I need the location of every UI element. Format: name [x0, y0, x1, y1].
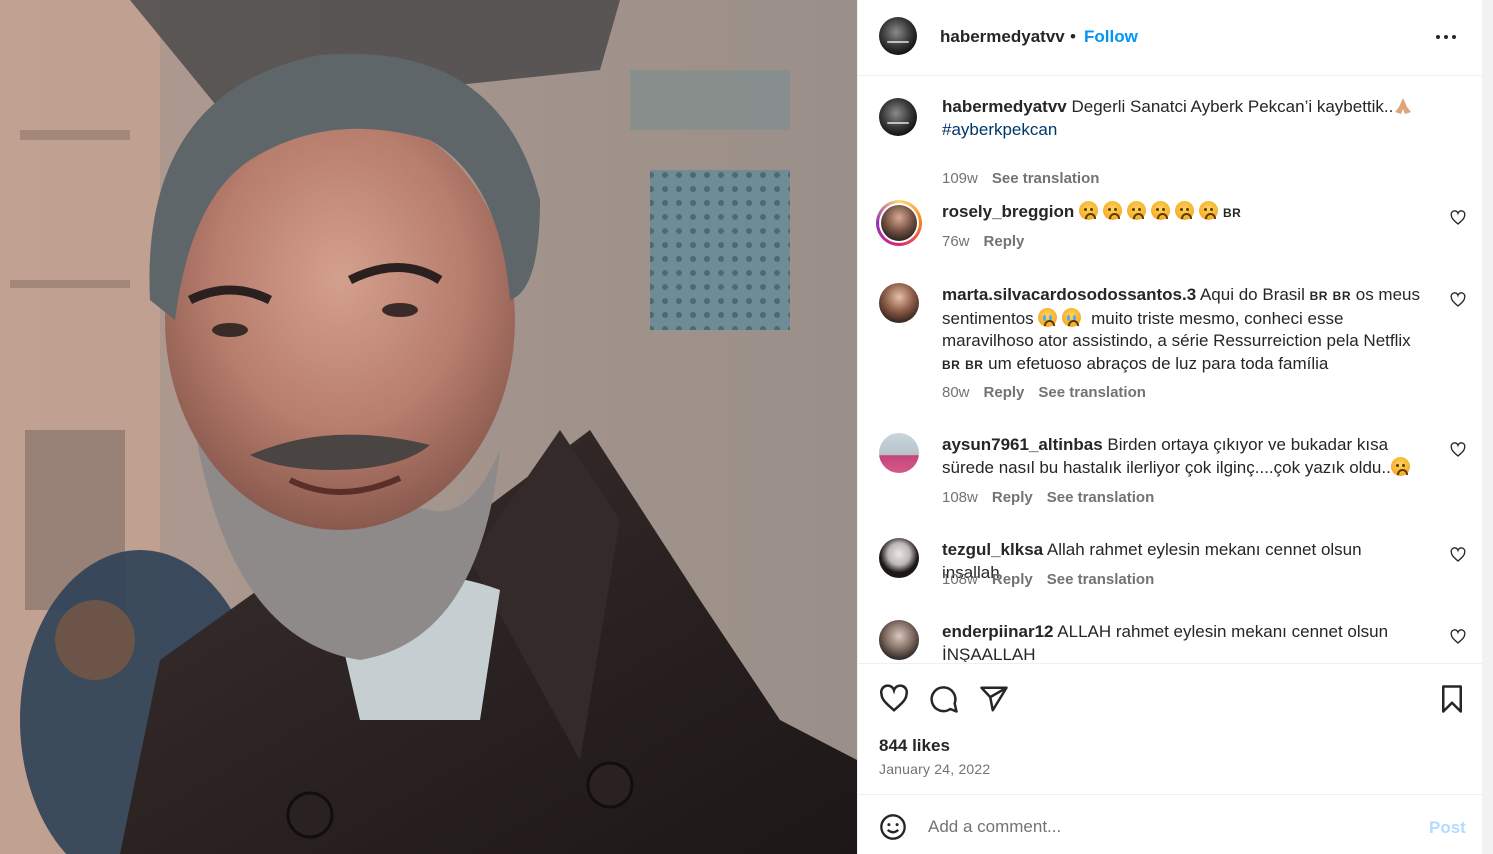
comment-age: 108w — [942, 571, 978, 588]
sad-face-icon — [1127, 201, 1146, 220]
sad-face-icon — [1390, 456, 1410, 476]
reply-button[interactable]: Reply — [992, 571, 1033, 588]
reply-button[interactable]: Reply — [984, 233, 1025, 250]
post-header: habermedyatvv • Follow — [858, 0, 1483, 76]
comment-username[interactable]: enderpiinar12 — [942, 622, 1054, 641]
post-actions: 844 likes January 24, 2022 — [858, 663, 1483, 794]
reply-button[interactable]: Reply — [992, 489, 1033, 506]
comment-age: 108w — [942, 489, 978, 506]
comment-body: muito triste mesmo, conheci esse — [1091, 308, 1344, 328]
likes-count[interactable]: 844 likes — [879, 736, 950, 756]
add-comment-bar: Post — [858, 794, 1483, 854]
comment-avatar[interactable] — [879, 620, 919, 660]
sad-face-icon — [1175, 201, 1194, 220]
comment-body: Aqui do Brasil — [1199, 285, 1305, 304]
comment-body: İNŞAALLAH — [942, 644, 1036, 663]
follow-button[interactable]: Follow — [1084, 27, 1138, 47]
comment-meta: 108w Reply See translation — [942, 571, 1168, 588]
sad-face-icon — [1103, 201, 1122, 220]
post-date: January 24, 2022 — [879, 761, 991, 777]
comment-age: 80w — [942, 384, 970, 401]
comment-avatar[interactable] — [879, 283, 919, 323]
comment-avatar[interactable] — [876, 200, 922, 246]
comment-like-heart-icon[interactable] — [1450, 442, 1466, 458]
comment-body: ALLAH rahmet eylesin mekanı cennet olsun — [1057, 622, 1389, 641]
comment-input[interactable] — [928, 813, 1408, 841]
see-translation-button[interactable]: See translation — [1038, 384, 1146, 401]
caption-avatar[interactable] — [879, 98, 917, 136]
caption-meta: 109w See translation — [942, 170, 1113, 187]
share-send-icon[interactable] — [979, 684, 1009, 714]
comment-text: rosely_breggion BR — [942, 201, 1422, 225]
comment-icon[interactable] — [929, 684, 959, 714]
comment-username[interactable]: tezgul_klksa — [942, 540, 1043, 559]
comment-body: maravilhoso ator assistindo, a série Res… — [942, 331, 1411, 350]
comment-body: sürede nasıl bu hastalık ilerliyor çok i… — [942, 457, 1391, 477]
crying-face-icon — [1038, 307, 1058, 327]
scrollbar-track[interactable] — [1482, 0, 1493, 854]
emoji-icon[interactable] — [879, 813, 907, 841]
flag-br: BR — [1309, 289, 1328, 303]
sad-face-icon — [1151, 201, 1170, 220]
author-avatar[interactable] — [879, 17, 917, 55]
flag-br: BR — [1223, 206, 1242, 220]
caption-username[interactable]: habermedyatvv — [942, 97, 1067, 116]
flag-br: BR — [965, 357, 984, 372]
crying-face-icon — [1062, 307, 1082, 327]
folded-hands-icon — [1395, 98, 1412, 114]
comment-like-heart-icon[interactable] — [1450, 547, 1466, 563]
comment-text: enderpiinar12 ALLAH rahmet eylesin mekan… — [942, 621, 1422, 662]
post-photo-illustration — [0, 0, 857, 854]
flag-br: BR — [942, 357, 961, 372]
comment-avatar[interactable] — [879, 433, 919, 473]
separator-dot: • — [1070, 27, 1076, 46]
see-translation-button[interactable]: See translation — [1047, 571, 1155, 588]
reply-button[interactable]: Reply — [984, 384, 1025, 401]
save-bookmark-icon[interactable] — [1437, 684, 1467, 714]
like-heart-icon[interactable] — [879, 684, 909, 714]
comment-like-heart-icon[interactable] — [1450, 292, 1466, 308]
hashtag-link[interactable]: #ayberkpekcan — [942, 120, 1057, 139]
comment-body: os meus — [1355, 285, 1420, 304]
see-translation-button[interactable]: See translation — [1047, 489, 1155, 506]
comment-avatar[interactable] — [879, 538, 919, 578]
comment-like-heart-icon[interactable] — [1450, 629, 1466, 645]
comment-text: marta.silvacardosodossantos.3 Aqui do Br… — [942, 284, 1422, 376]
more-options-icon[interactable] — [1436, 26, 1460, 48]
flag-br: BR — [1332, 289, 1352, 303]
comment-username[interactable]: rosely_breggion — [942, 202, 1074, 221]
sad-face-icon — [1079, 201, 1098, 220]
post-detail-panel: habermedyatvv • Follow habermedyatvv Deg… — [857, 0, 1483, 854]
comment-like-heart-icon[interactable] — [1450, 210, 1466, 226]
post-comment-button[interactable]: Post — [1429, 818, 1466, 838]
comment-body: sentimentos — [942, 308, 1034, 328]
comments-list[interactable]: habermedyatvv Degerli Sanatci Ayberk Pek… — [858, 77, 1483, 662]
comment-meta: 80w Reply See translation — [942, 384, 1160, 401]
comment-meta: 76w Reply — [942, 233, 1038, 250]
comment-username[interactable]: aysun7961_altinbas — [942, 435, 1103, 454]
caption-text: habermedyatvv Degerli Sanatci Ayberk Pek… — [942, 96, 1422, 141]
comment-text: aysun7961_altinbas Birden ortaya çıkıyor… — [942, 434, 1422, 479]
comment-age: 76w — [942, 233, 970, 250]
caption-body: Degerli Sanatci Ayberk Pekcan’i kaybetti… — [1071, 97, 1394, 116]
caption-age: 109w — [942, 170, 978, 187]
comment-body: um efetuoso abraços de luz para toda fam… — [988, 353, 1329, 373]
caption-see-translation[interactable]: See translation — [992, 170, 1100, 187]
sad-face-icon — [1199, 201, 1218, 220]
comment-username[interactable]: marta.silvacardosodossantos.3 — [942, 285, 1196, 304]
post-photo[interactable] — [0, 0, 857, 854]
comment-body: Birden ortaya çıkıyor ve bukadar kısa — [1107, 435, 1389, 454]
author-username[interactable]: habermedyatvv — [940, 27, 1065, 47]
comment-meta: 108w Reply See translation — [942, 489, 1168, 506]
